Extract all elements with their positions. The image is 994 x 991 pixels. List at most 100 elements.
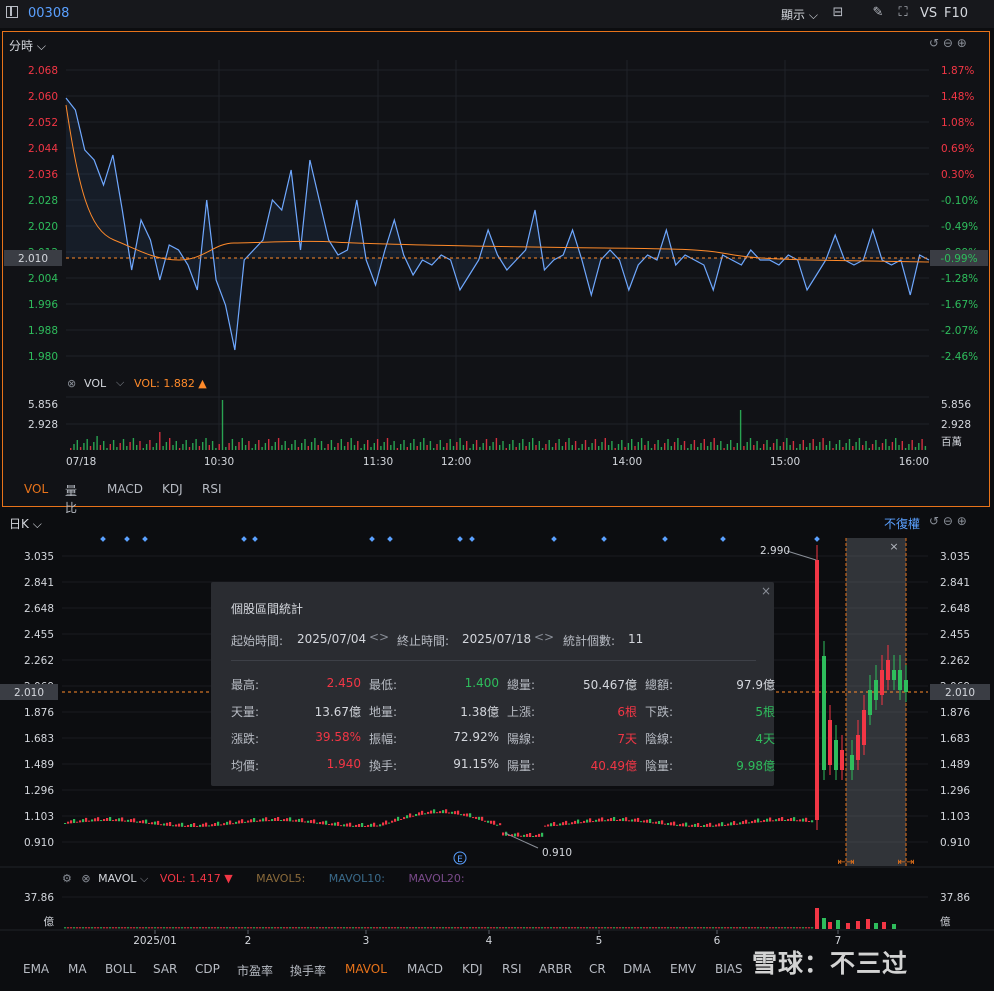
vol-bar [802,440,804,450]
vol-bar [724,927,727,929]
candle [157,820,160,825]
vol-bar [548,440,550,450]
indicator-tab-ema[interactable]: EMA [23,962,49,976]
vol-bar [172,927,175,929]
daily-controls-icon[interactable]: ↺ ⊖ ⊕ [929,514,967,528]
tab-macd[interactable]: MACD [107,482,143,496]
indicator-tab-市盈率[interactable]: 市盈率 [237,962,273,979]
event-marker [100,536,106,542]
mavol-close-icon[interactable]: ⊗ [81,872,90,885]
draw-icon[interactable]: ✎ [870,5,886,21]
indicator-tab-arbr[interactable]: ARBR [539,962,572,976]
candle [565,820,568,825]
candle [748,822,751,824]
candle [415,814,418,817]
vol-bar [787,927,790,929]
popup-title: 個股區間統計 [231,602,304,616]
vol-bar [601,927,604,929]
vol-bar [169,438,171,450]
end-date[interactable]: 2025/07/18 [462,632,531,646]
vol-indicator-label[interactable]: VOL [84,377,106,390]
current-price-label: 2.010 [14,687,44,699]
tab-volume-ratio[interactable]: 量比 [65,482,77,516]
vol-bar [139,441,141,450]
vol-bar [394,927,397,929]
sidebar-toggle-icon[interactable] [6,6,18,18]
indicator-tab-boll[interactable]: BOLL [105,962,136,976]
candle [754,819,757,823]
candle [205,822,208,827]
candle [628,820,631,822]
vol-menu-chevron[interactable]: ⌵ [116,376,124,390]
vol-bar [574,441,577,450]
indicator-tab-bias[interactable]: BIAS [715,962,743,976]
candle [382,822,385,826]
tab-kdj[interactable]: KDJ [162,482,183,496]
end-switch-icon[interactable]: <> [534,630,554,644]
candle [172,825,175,827]
vol-bar [733,447,735,450]
candle [217,821,220,826]
indicator-tab-rsi[interactable]: RSI [502,962,522,976]
layout-icon[interactable]: ⊟ [830,5,846,21]
vol-bar [346,927,349,929]
popup-close-icon[interactable]: × [761,584,771,598]
vol-bar [512,440,514,450]
candle [133,818,136,823]
candle [496,824,499,826]
vol-bar [885,439,887,450]
vol-bar [815,908,819,929]
vol-bar [526,927,529,929]
vs-button[interactable]: VS [920,6,937,21]
stat-label: 天量: [231,705,260,719]
vol-bar [116,447,118,450]
vol-bar [535,445,537,450]
indicator-tab-cdp[interactable]: CDP [195,962,220,976]
candle [682,823,685,827]
candle [787,819,790,822]
high-marker-label: 2.990 [760,545,790,557]
vol-bar [493,927,496,929]
vol-bar [523,927,526,929]
start-switch-icon[interactable]: <> [369,630,389,644]
f10-button[interactable]: F10 [944,6,968,21]
display-menu[interactable]: 顯示 ⌵ [781,6,818,23]
vol-bar [718,927,721,929]
vol-bar [492,442,494,450]
mavol-menu-chevron[interactable]: ⌵ [140,872,148,885]
vol-bar [694,927,697,929]
vol-bar [304,927,307,929]
indicator-tab-ma[interactable]: MA [68,962,87,976]
indicator-tab-macd[interactable]: MACD [407,962,443,976]
fullscreen-icon[interactable]: ⛶ [895,5,911,21]
mavol-label[interactable]: MAVOL [98,872,136,885]
indicator-tab-emv[interactable]: EMV [670,962,696,976]
vol-bar [145,927,148,929]
vol-bar [155,443,158,450]
symbol-code[interactable]: 00308 [28,6,69,21]
candle [184,825,187,827]
candle [223,823,226,826]
vol-bar [822,918,826,929]
indicator-tab-dma[interactable]: DMA [623,962,651,976]
vol-bar [646,927,649,929]
price-tick-label: 1.996 [28,299,58,311]
pct-tick-label: 1.87% [941,65,974,77]
vol-bar [751,927,754,929]
indicator-tab-sar[interactable]: SAR [153,962,177,976]
indicator-tab-cr[interactable]: CR [589,962,606,976]
vol-bar [214,927,217,929]
candle [769,817,772,822]
panel-controls-icon[interactable]: ↺ ⊖ ⊕ [929,36,967,50]
vol-bar [769,927,772,929]
tab-rsi[interactable]: RSI [202,482,222,496]
tab-vol[interactable]: VOL [24,482,48,496]
candle [526,833,529,837]
indicator-tab-kdj[interactable]: KDJ [462,962,483,976]
candle [751,821,754,824]
vol-close-icon[interactable]: ⊗ [67,377,76,390]
start-date[interactable]: 2025/07/04 [297,632,366,646]
settings-icon[interactable]: ⚙ [62,872,72,885]
indicator-tab-mavol[interactable]: MAVOL [345,962,387,976]
indicator-tab-換手率[interactable]: 換手率 [290,962,326,979]
